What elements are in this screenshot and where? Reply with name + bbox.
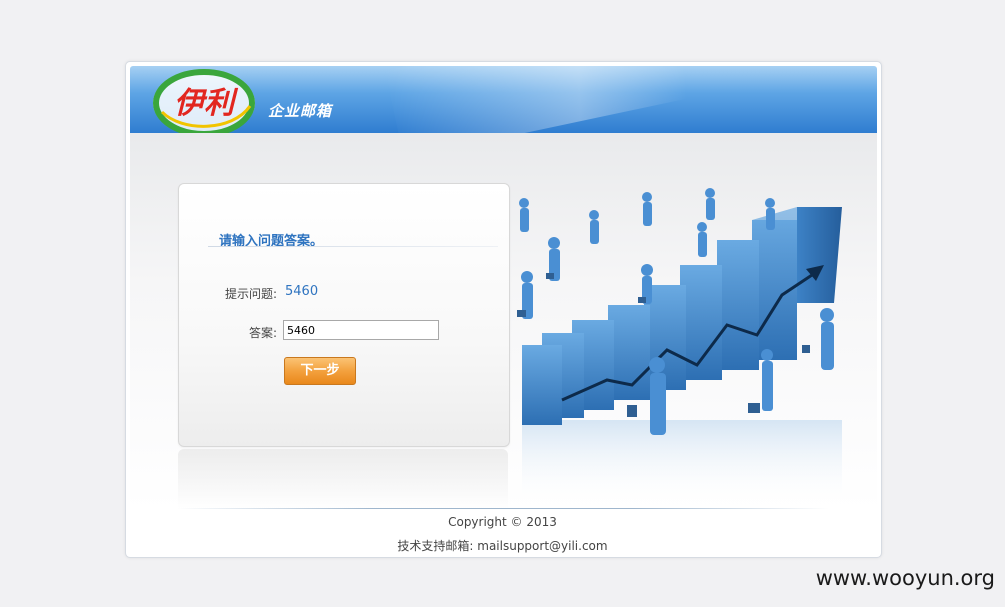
next-button[interactable]: 下一步 xyxy=(284,357,356,385)
yili-logo: 伊利 xyxy=(153,69,255,137)
question-label: 提示问题: xyxy=(225,287,278,301)
copyright-text: Copyright © 2013 xyxy=(448,515,557,529)
answer-label: 答案: xyxy=(249,326,278,340)
form-panel xyxy=(178,183,510,447)
support-email-text: 技术支持邮箱: mailsupport@yili.com xyxy=(397,539,608,553)
title-divider xyxy=(208,246,498,247)
business-chart-illustration xyxy=(517,188,842,505)
answer-input[interactable] xyxy=(283,320,439,340)
watermark-text: www.wooyun.org xyxy=(815,566,995,590)
footer-divider xyxy=(178,508,828,509)
header-highlight xyxy=(385,66,815,133)
panel-reflection xyxy=(178,449,508,509)
question-value: 5460 xyxy=(285,284,319,299)
logo-text: 伊利 xyxy=(174,86,239,121)
system-title: 企业邮箱 xyxy=(268,102,333,120)
